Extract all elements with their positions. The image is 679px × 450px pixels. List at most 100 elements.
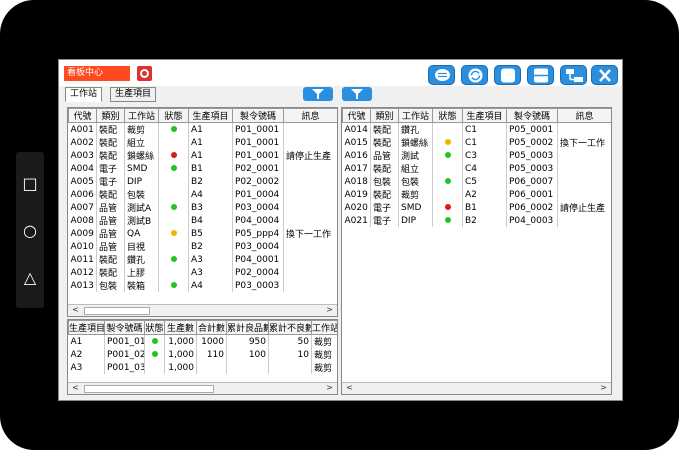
scroll-right-icon[interactable]: > xyxy=(598,383,609,393)
code-cell: A020 xyxy=(342,201,371,214)
table-row[interactable]: A012 裝配 上膠 A3 P02_0004 xyxy=(68,266,337,279)
table-row[interactable]: A017 裝配 組立 C4 P05_0003 xyxy=(342,162,611,175)
column-header[interactable]: 製令號碼 xyxy=(232,108,284,123)
home-button[interactable]: ○ xyxy=(16,221,44,241)
refresh-icon xyxy=(468,68,483,83)
table-row[interactable]: A021 電子 DIP B2 P04_0003 xyxy=(342,214,611,227)
table-row[interactable]: A004 電子 SMD B1 P02_0001 xyxy=(68,162,337,175)
filter-button-left[interactable] xyxy=(303,87,333,101)
message-icon xyxy=(435,69,450,81)
code-cell: A011 xyxy=(68,253,97,266)
table-row[interactable]: A018 包裝 包裝 C5 P06_0007 xyxy=(342,175,611,188)
table-row[interactable]: A014 裝配 鑽孔 C1 P05_0001 xyxy=(342,122,611,136)
column-header[interactable]: 製令號碼 xyxy=(506,108,558,123)
status-cell xyxy=(158,149,189,162)
column-header[interactable]: 工作站 xyxy=(311,320,337,335)
code-cell: A013 xyxy=(68,279,97,292)
scroll-thumb[interactable] xyxy=(84,307,150,315)
item-cell: A2 xyxy=(462,188,507,201)
station-cell: 鎖螺絲 xyxy=(398,136,433,149)
filter-icon xyxy=(351,89,363,99)
code-cell: A018 xyxy=(342,175,371,188)
table-row[interactable]: A013 包裝 裝箱 A4 P03_0003 xyxy=(68,279,337,292)
table-row[interactable]: A003 裝配 鎖螺絲 A1 P01_0001 請停止生產 xyxy=(68,149,337,162)
item-cell: B2 xyxy=(462,214,507,227)
table-row[interactable]: A005 電子 DIP B2 P02_0002 xyxy=(68,175,337,188)
item-cell: A4 xyxy=(188,188,233,201)
scroll-right-icon[interactable]: > xyxy=(324,305,335,315)
cat-cell: 電子 xyxy=(370,214,399,227)
column-header[interactable]: 合計數 xyxy=(196,320,227,335)
code-cell: A019 xyxy=(342,188,371,201)
column-header[interactable]: 狀態 xyxy=(144,320,165,335)
table-row[interactable]: A1 P001_01 1,000 1000 950 50 裁剪 xyxy=(68,334,337,348)
refresh-button[interactable] xyxy=(461,65,488,85)
table-row[interactable]: A007 品管 測試A B3 P03_0004 xyxy=(68,201,337,214)
tree-view-button[interactable] xyxy=(560,65,587,85)
column-header[interactable]: 代號 xyxy=(68,108,97,123)
station-cell: 裁剪 xyxy=(311,334,337,348)
horizontal-scrollbar[interactable]: < > xyxy=(68,382,337,394)
scroll-right-icon[interactable]: > xyxy=(324,383,335,393)
column-header[interactable]: 代號 xyxy=(342,108,371,123)
close-button[interactable] xyxy=(591,65,618,85)
table-row[interactable]: A011 裝配 鑽孔 A3 P04_0001 xyxy=(68,253,337,266)
column-header[interactable]: 狀態 xyxy=(432,108,463,123)
table-row[interactable]: A3 P001_03 1,000 裁剪 xyxy=(68,361,337,374)
station-cell: 鑽孔 xyxy=(124,253,159,266)
table-row[interactable]: A2 P001_02 1,000 110 100 10 裁剪 xyxy=(68,348,337,361)
workstation-grid-left: 代號 類別 工作站 狀態 生產項目 製令號碼 訊息 A001 裝配 裁剪 A1 P01_0001 A0… xyxy=(68,108,337,292)
column-header[interactable]: 工作站 xyxy=(124,108,159,123)
table-row[interactable]: A020 電子 SMD B1 P06_0002 請停止生產 xyxy=(342,201,611,214)
split-view-button[interactable] xyxy=(527,65,554,85)
table-row[interactable]: A002 裝配 組立 A1 P01_0001 xyxy=(68,136,337,149)
msg-cell: 請停止生產 xyxy=(557,201,611,214)
column-header[interactable]: 生產項目 xyxy=(188,108,233,123)
column-header[interactable]: 訊息 xyxy=(283,108,337,123)
record-icon[interactable] xyxy=(137,66,152,81)
cat-cell: 品管 xyxy=(96,201,125,214)
tab-production-item[interactable]: 生產項目 xyxy=(110,87,157,102)
table-row[interactable]: A001 裝配 裁剪 A1 P01_0001 xyxy=(68,122,337,136)
column-header[interactable]: 類別 xyxy=(96,108,125,123)
table-row[interactable]: A010 品管 目視 B2 P03_0004 xyxy=(68,240,337,253)
column-header[interactable]: 生產項目 xyxy=(68,320,105,335)
msg-cell: 換下一工作 xyxy=(557,136,611,149)
scroll-left-icon[interactable]: < xyxy=(344,383,355,393)
scroll-left-icon[interactable]: < xyxy=(70,305,81,315)
tab-workstation[interactable]: 工作站 xyxy=(65,87,103,102)
station-cell: 包裝 xyxy=(398,175,433,188)
table-row[interactable]: A009 品管 QA B5 P05_ppp4 換下一工作 xyxy=(68,227,337,240)
column-header[interactable]: 工作站 xyxy=(398,108,433,123)
filter-button-right[interactable] xyxy=(342,87,372,101)
column-header[interactable]: 類別 xyxy=(370,108,399,123)
scroll-left-icon[interactable]: < xyxy=(70,383,81,393)
fullscreen-button[interactable] xyxy=(494,65,521,85)
recent-apps-button[interactable]: □ xyxy=(16,174,44,194)
scroll-thumb[interactable] xyxy=(84,385,214,393)
table-row[interactable]: A016 品管 測試 C3 P05_0003 xyxy=(342,149,611,162)
column-header[interactable]: 累計不良數 xyxy=(268,320,312,335)
table-row[interactable]: A008 品管 測試B B4 P04_0004 xyxy=(68,214,337,227)
column-header[interactable]: 生產數 xyxy=(164,320,197,335)
cat-cell: 品管 xyxy=(96,227,125,240)
table-row[interactable]: A019 裝配 裁剪 A2 P06_0001 xyxy=(342,188,611,201)
good-cell xyxy=(226,361,269,374)
message-button[interactable] xyxy=(428,65,455,85)
table-row[interactable]: A006 裝配 包裝 A4 P01_0004 xyxy=(68,188,337,201)
column-header[interactable]: 狀態 xyxy=(158,108,189,123)
order-cell: P03_0003 xyxy=(232,279,284,292)
item-cell: A2 xyxy=(68,348,105,361)
column-header[interactable]: 生產項目 xyxy=(462,108,507,123)
column-header[interactable]: 製令號碼 xyxy=(104,320,145,335)
cat-cell: 裝配 xyxy=(370,136,399,149)
status-cell xyxy=(158,162,189,175)
status-cell xyxy=(158,227,189,240)
column-header[interactable]: 累計良品數 xyxy=(226,320,269,335)
horizontal-scrollbar[interactable]: < > xyxy=(68,304,337,316)
order-cell: P01_0001 xyxy=(232,136,284,149)
table-row[interactable]: A015 裝配 鎖螺絲 C1 P05_0002 換下一工作 xyxy=(342,136,611,149)
back-button[interactable]: △ xyxy=(16,268,44,288)
column-header[interactable]: 訊息 xyxy=(557,108,611,123)
horizontal-scrollbar[interactable]: < > xyxy=(342,382,611,394)
